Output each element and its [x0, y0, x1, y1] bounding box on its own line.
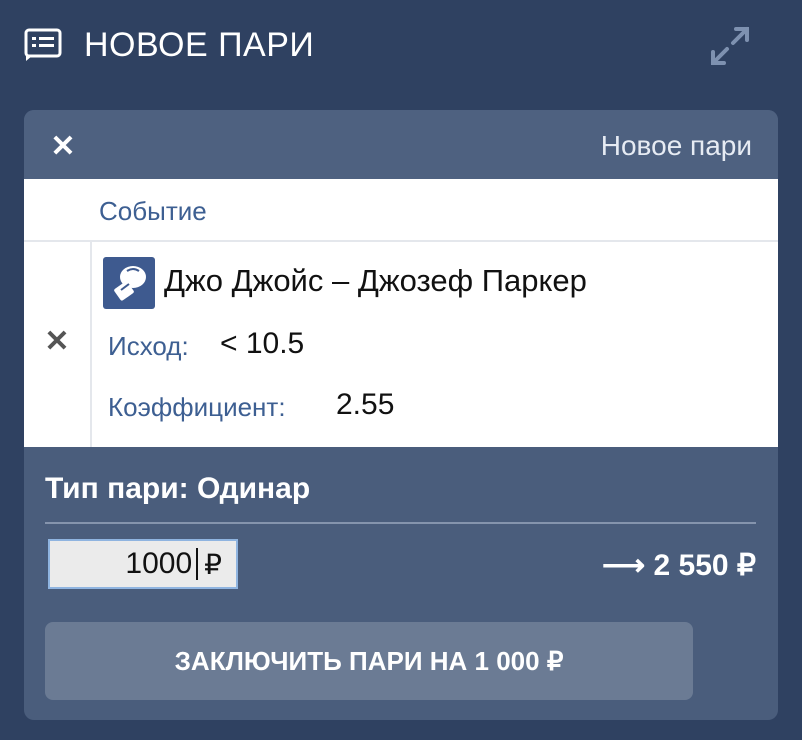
- panel-header: НОВОЕ ПАРИ: [0, 0, 802, 90]
- event-name: Джо Джойс – Джозеф Паркер: [164, 263, 587, 298]
- remove-x-icon[interactable]: ✕: [44, 327, 70, 357]
- selections-table: Событие ✕ Джо Джойс – Джозеф Паркер Исхо…: [24, 179, 778, 447]
- column-header-event: Событие: [99, 196, 207, 226]
- place-bet-button[interactable]: ЗАКЛЮЧИТЬ ПАРИ НА 1 000 ₽: [45, 622, 693, 700]
- bet-divider: [45, 522, 756, 524]
- expand-arrows-icon[interactable]: [708, 24, 752, 68]
- card-header-label: Новое пари: [600, 130, 752, 161]
- panel-title: НОВОЕ ПАРИ: [84, 26, 315, 64]
- column-divider: [90, 242, 92, 447]
- outcome-value: < 10.5: [220, 327, 305, 360]
- odds-label: Коэффициент:: [108, 392, 286, 422]
- stake-currency: ₽: [204, 548, 222, 580]
- potential-payout: ⟶ 2 550 ₽: [602, 549, 756, 582]
- odds-value: 2.55: [336, 388, 395, 421]
- stake-value: 1000: [125, 547, 193, 580]
- boxing-glove-icon: [103, 257, 155, 309]
- bet-type-label: Тип пари: Одинар: [45, 472, 311, 505]
- text-caret: [196, 548, 199, 580]
- stake-input[interactable]: 1000 ₽: [48, 539, 238, 589]
- bet-slip-panel: НОВОЕ ПАРИ ✕ Новое пари Событие ✕ Джо Дж…: [0, 0, 802, 740]
- bet-card: ✕ Новое пари Событие ✕ Джо Джойс – Джозе…: [24, 110, 778, 720]
- table-divider: [24, 240, 778, 242]
- card-header: ✕ Новое пари: [24, 110, 778, 179]
- outcome-label: Исход:: [108, 331, 189, 361]
- receipt-list-icon: [24, 28, 62, 62]
- close-icon[interactable]: ✕: [48, 132, 78, 162]
